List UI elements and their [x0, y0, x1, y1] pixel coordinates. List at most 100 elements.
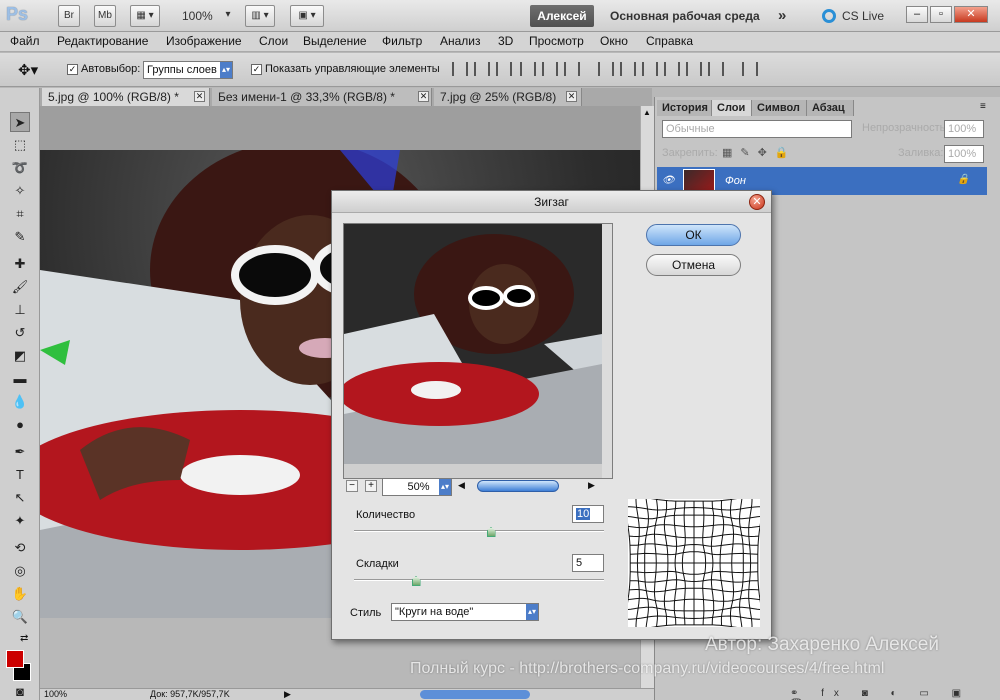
- crop-tool-icon[interactable]: ⌗: [10, 204, 30, 224]
- distribute-vcenter-icon[interactable]: [620, 62, 636, 76]
- preview-zoom-in-button[interactable]: +: [365, 480, 377, 492]
- cancel-button[interactable]: Отмена: [646, 254, 741, 276]
- ridges-input[interactable]: 5: [572, 554, 604, 572]
- tab-character[interactable]: Символ: [752, 100, 807, 116]
- tab-7jpg[interactable]: 7.jpg @ 25% (RGB/8) ✕: [434, 88, 582, 106]
- align-vcenter-icon[interactable]: [474, 62, 490, 76]
- scroll-up-icon[interactable]: ▲: [643, 108, 651, 117]
- ok-button[interactable]: ОК: [646, 224, 741, 246]
- cslive-button[interactable]: CS Live: [842, 9, 884, 23]
- menu-file[interactable]: Файл: [10, 34, 40, 48]
- horizontal-scroll-thumb[interactable]: [420, 690, 530, 699]
- more-workspaces-icon[interactable]: »: [778, 7, 786, 24]
- menu-3d[interactable]: 3D: [498, 34, 513, 48]
- screen-mode-button[interactable]: ▣ ▾: [290, 5, 324, 27]
- shape-tool-icon[interactable]: ✦: [10, 511, 30, 531]
- close-tab-icon[interactable]: ✕: [566, 91, 577, 102]
- ridges-slider-knob[interactable]: [411, 576, 421, 586]
- lock-icons[interactable]: ▦✎✥🔒: [722, 146, 797, 159]
- style-select[interactable]: "Круги на воде" ▴▾: [391, 603, 539, 621]
- distribute-bottom-icon[interactable]: [642, 62, 658, 76]
- gradient-tool-icon[interactable]: ▬: [10, 369, 30, 389]
- opacity-input[interactable]: 100%: [944, 120, 984, 138]
- distribute-top-icon[interactable]: [598, 62, 614, 76]
- panel-menu-icon[interactable]: ≡: [980, 101, 986, 112]
- tab-5jpg[interactable]: 5.jpg @ 100% (RGB/8) * ✕: [42, 88, 210, 106]
- eraser-tool-icon[interactable]: ◩: [10, 346, 30, 366]
- distribute-right-icon[interactable]: [708, 62, 724, 76]
- menu-view[interactable]: Просмотр: [529, 34, 584, 48]
- close-window-button[interactable]: ✕: [954, 6, 988, 23]
- visibility-eye-icon[interactable]: 👁: [662, 175, 675, 186]
- auto-align-icon[interactable]: [742, 62, 758, 76]
- dodge-tool-icon[interactable]: ●: [10, 415, 30, 435]
- align-left-icon[interactable]: [520, 62, 536, 76]
- swap-colors-icon[interactable]: ⇄: [20, 633, 28, 644]
- preview-scroll-right-icon[interactable]: ▶: [588, 480, 595, 491]
- preview-scroll-left-icon[interactable]: ◀: [458, 480, 465, 491]
- menu-select[interactable]: Выделение: [303, 34, 367, 48]
- workspace-user-button[interactable]: Алексей: [530, 5, 594, 27]
- menu-help[interactable]: Справка: [646, 34, 693, 48]
- amount-slider-knob[interactable]: [486, 527, 496, 537]
- clone-stamp-icon[interactable]: ⊥: [10, 300, 30, 320]
- lasso-tool-icon[interactable]: ➰: [10, 158, 30, 178]
- fill-input[interactable]: 100%: [944, 145, 984, 163]
- tab-layers[interactable]: Слои: [712, 100, 752, 116]
- show-controls-checkbox[interactable]: ✓: [251, 64, 262, 75]
- autoselect-checkbox[interactable]: ✓: [67, 64, 78, 75]
- close-tab-icon[interactable]: ✕: [194, 91, 205, 102]
- healing-brush-icon[interactable]: ✚: [10, 254, 30, 274]
- maximize-button[interactable]: ▫: [930, 6, 952, 23]
- align-hcenter-icon[interactable]: [542, 62, 558, 76]
- magic-wand-icon[interactable]: ✧: [10, 181, 30, 201]
- align-right-icon[interactable]: [564, 62, 580, 76]
- preview-zoom-out-button[interactable]: −: [346, 480, 358, 492]
- filter-preview[interactable]: [343, 223, 613, 479]
- blur-tool-icon[interactable]: 💧: [10, 392, 30, 412]
- type-tool-icon[interactable]: T: [10, 465, 30, 485]
- tab-history[interactable]: История: [657, 100, 712, 116]
- status-menu-arrow-icon[interactable]: ▶: [284, 689, 291, 700]
- menu-window[interactable]: Окно: [600, 34, 628, 48]
- minibridge-button[interactable]: Mb: [94, 5, 116, 27]
- brush-tool-icon[interactable]: 🖌: [10, 277, 30, 297]
- status-zoom[interactable]: 100%: [44, 689, 67, 699]
- dialog-close-icon[interactable]: ✕: [749, 194, 765, 210]
- move-tool-icon[interactable]: ➤: [10, 112, 30, 132]
- move-tool-preset-icon[interactable]: ✥▾: [18, 61, 38, 79]
- tab-untitled-1[interactable]: Без имени-1 @ 33,3% (RGB/8) * ✕: [212, 88, 432, 106]
- path-selection-icon[interactable]: ↖: [10, 488, 30, 508]
- history-brush-icon[interactable]: ↺: [10, 323, 30, 343]
- amount-input[interactable]: 10: [572, 505, 604, 523]
- ridges-slider-track[interactable]: [354, 579, 604, 581]
- menu-image[interactable]: Изображение: [166, 34, 242, 48]
- pen-tool-icon[interactable]: ✒: [10, 442, 30, 462]
- zoom-tool-icon[interactable]: 🔍: [10, 607, 30, 627]
- menu-edit[interactable]: Редактирование: [57, 34, 148, 48]
- layers-bottom-toolbar[interactable]: ⚭ fx ◙ ◐ ▭ ▣ 🗑: [790, 688, 990, 700]
- menu-layer[interactable]: Слои: [259, 34, 288, 48]
- workspace-essentials[interactable]: Основная рабочая среда: [610, 9, 760, 23]
- 3d-rotate-icon[interactable]: ⟲: [10, 538, 30, 558]
- menu-filter[interactable]: Фильтр: [382, 34, 422, 48]
- 3d-orbit-icon[interactable]: ◎: [10, 561, 30, 581]
- close-tab-icon[interactable]: ✕: [418, 91, 429, 102]
- zoom-dropdown-icon[interactable]: ▾: [220, 5, 236, 27]
- foreground-color-swatch[interactable]: [6, 650, 24, 668]
- preview-zoom-select[interactable]: 50% ▴▾: [382, 478, 452, 496]
- align-bottom-icon[interactable]: [496, 62, 512, 76]
- bridge-button[interactable]: Br: [58, 5, 80, 27]
- arrange-documents-button[interactable]: ▥ ▾: [245, 5, 275, 27]
- preview-scroll-thumb[interactable]: [477, 480, 559, 492]
- zoom-level[interactable]: 100%: [182, 9, 213, 23]
- tab-paragraph[interactable]: Абзац: [807, 100, 854, 116]
- eyedropper-icon[interactable]: ✎: [10, 227, 30, 247]
- hand-tool-icon[interactable]: ✋: [10, 584, 30, 604]
- amount-slider-track[interactable]: [354, 530, 604, 532]
- distribute-left-icon[interactable]: [664, 62, 680, 76]
- marquee-tool-icon[interactable]: ⬚: [10, 135, 30, 155]
- menu-analysis[interactable]: Анализ: [440, 34, 481, 48]
- view-extras-button[interactable]: ▦ ▾: [130, 5, 160, 27]
- distribute-hcenter-icon[interactable]: [686, 62, 702, 76]
